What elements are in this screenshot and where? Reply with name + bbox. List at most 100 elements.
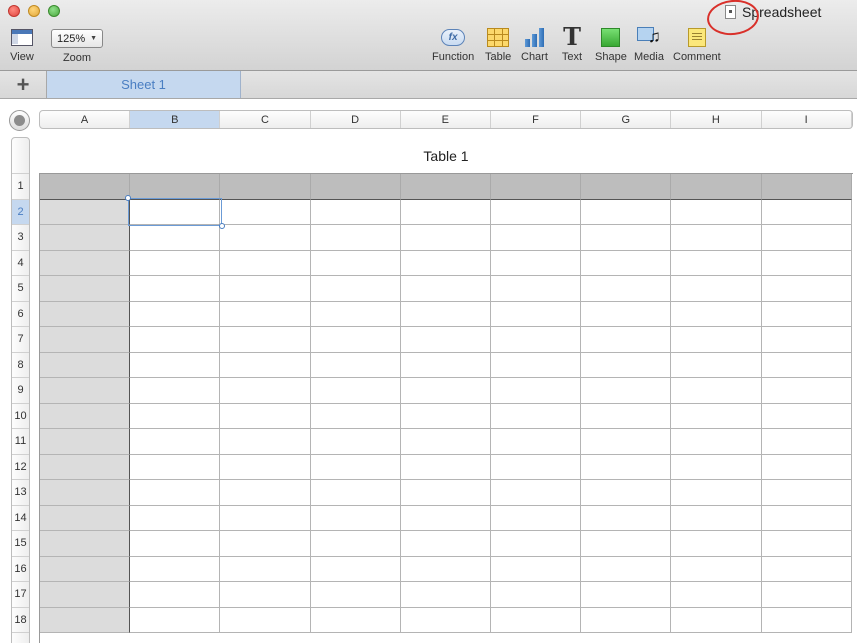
cell-e11[interactable] [400,429,491,455]
cell-i2[interactable] [761,199,852,225]
cell-c4[interactable] [220,250,311,276]
cell-c3[interactable] [220,225,311,251]
cell-i18[interactable] [761,607,852,633]
cell-a4[interactable] [40,250,131,276]
cell-b9[interactable] [130,378,221,404]
row-header-3[interactable]: 3 [12,225,29,251]
cell-e9[interactable] [400,378,491,404]
cell-f11[interactable] [490,429,582,455]
cell-a8[interactable] [40,352,131,378]
table-title[interactable]: Table 1 [39,148,853,164]
cell-c11[interactable] [220,429,311,455]
cell-i12[interactable] [761,454,852,480]
cell-g10[interactable] [581,403,672,429]
cell-g8[interactable] [581,352,672,378]
cell-g15[interactable] [581,531,672,557]
row-header-16[interactable]: 16 [12,557,29,582]
cell-a3[interactable] [40,225,131,251]
cell-g6[interactable] [581,301,672,327]
cell-g11[interactable] [581,429,672,455]
cell-i8[interactable] [761,352,852,378]
cell-h13[interactable] [671,480,762,506]
cell-f5[interactable] [490,276,582,302]
cell-g18[interactable] [581,607,672,633]
cell-f16[interactable] [490,556,582,582]
cell-h6[interactable] [671,301,762,327]
cell-f2[interactable] [490,199,582,225]
cell-d14[interactable] [310,505,401,531]
row-header-4[interactable]: 4 [12,251,29,276]
cell-f1[interactable] [490,174,582,200]
cell-i16[interactable] [761,556,852,582]
cell-b17[interactable] [130,582,221,608]
column-header-i[interactable]: I [762,111,852,128]
text-button[interactable]: T Text [560,25,584,64]
cell-d4[interactable] [310,250,401,276]
cell-c8[interactable] [220,352,311,378]
cell-g13[interactable] [581,480,672,506]
cell-c18[interactable] [220,607,311,633]
cell-a1[interactable] [40,174,131,200]
cell-e8[interactable] [400,352,491,378]
cell-h18[interactable] [671,607,762,633]
cell-b7[interactable] [130,327,221,353]
cell-g2[interactable] [581,199,672,225]
row-header-6[interactable]: 6 [12,302,29,327]
cell-d10[interactable] [310,403,401,429]
function-button[interactable]: fx Function [432,26,474,63]
cell-b14[interactable] [130,505,221,531]
cell-a14[interactable] [40,505,131,531]
cell-c16[interactable] [220,556,311,582]
column-header-c[interactable]: C [220,111,311,128]
cell-i7[interactable] [761,327,852,353]
cell-h11[interactable] [671,429,762,455]
row-header-14[interactable]: 14 [12,506,29,531]
cell-f7[interactable] [490,327,582,353]
add-sheet-button[interactable]: + [0,71,47,98]
row-header-10[interactable]: 10 [12,404,29,429]
comment-button[interactable]: Comment [673,26,721,63]
cell-c12[interactable] [220,454,311,480]
cell-e10[interactable] [400,403,491,429]
cell-b16[interactable] [130,556,221,582]
cell-a7[interactable] [40,327,131,353]
media-button[interactable]: ♫ Media [634,26,664,63]
cell-d7[interactable] [310,327,401,353]
cell-d16[interactable] [310,556,401,582]
cell-d3[interactable] [310,225,401,251]
row-header-12[interactable]: 12 [12,455,29,480]
cell-e16[interactable] [400,556,491,582]
cell-b12[interactable] [130,454,221,480]
cell-c7[interactable] [220,327,311,353]
column-header-f[interactable]: F [491,111,582,128]
cell-g16[interactable] [581,556,672,582]
row-header-8[interactable]: 8 [12,353,29,378]
row-header-18[interactable]: 18 [12,608,29,633]
column-header-e[interactable]: E [401,111,491,128]
cell-f9[interactable] [490,378,582,404]
row-header-15[interactable]: 15 [12,531,29,557]
cell-i10[interactable] [761,403,852,429]
cell-i13[interactable] [761,480,852,506]
close-window-button[interactable] [8,5,20,17]
cell-e6[interactable] [400,301,491,327]
cell-g7[interactable] [581,327,672,353]
cell-e7[interactable] [400,327,491,353]
cell-b10[interactable] [130,403,221,429]
cell-d6[interactable] [310,301,401,327]
row-header-9[interactable]: 9 [12,378,29,404]
cell-b5[interactable] [130,276,221,302]
cell-c14[interactable] [220,505,311,531]
cell-f8[interactable] [490,352,582,378]
cell-i6[interactable] [761,301,852,327]
cell-a18[interactable] [40,607,131,633]
cell-e13[interactable] [400,480,491,506]
cell-e12[interactable] [400,454,491,480]
cell-b13[interactable] [130,480,221,506]
cell-e14[interactable] [400,505,491,531]
minimize-window-button[interactable] [28,5,40,17]
cell-b1[interactable] [130,174,221,200]
cell-c15[interactable] [220,531,311,557]
cell-f14[interactable] [490,505,582,531]
cell-g12[interactable] [581,454,672,480]
